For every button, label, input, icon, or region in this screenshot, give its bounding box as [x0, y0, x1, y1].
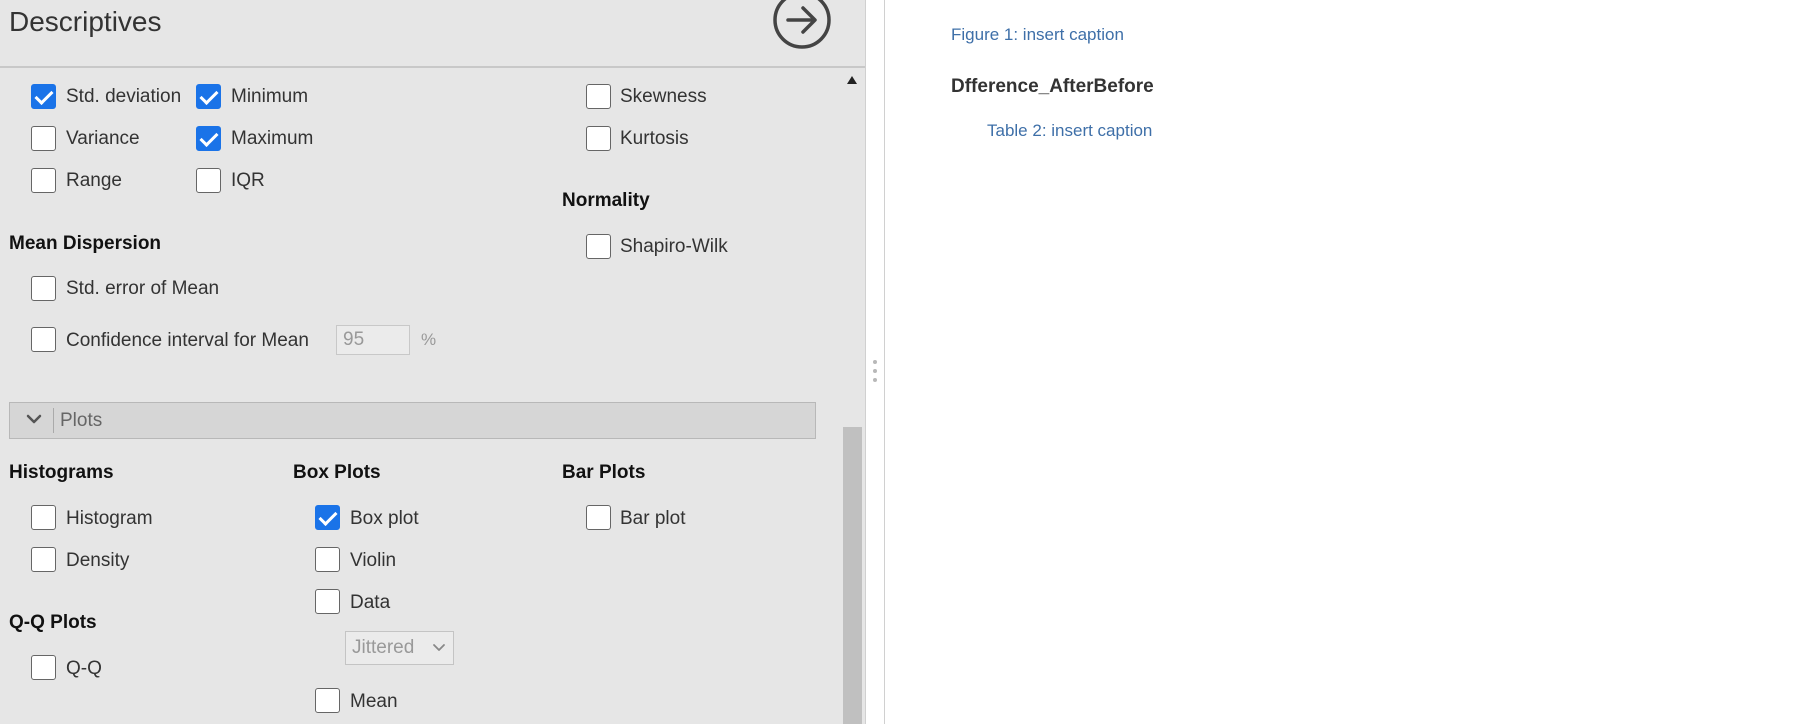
std-deviation-checkbox[interactable] [31, 84, 56, 109]
variance-checkbox[interactable] [31, 126, 56, 151]
bar-plot-label: Bar plot [620, 508, 686, 529]
figure-caption[interactable]: Figure 1: insert caption [951, 25, 1124, 45]
box-plots-heading: Box Plots [293, 462, 381, 483]
options-panel: Descriptives Std. deviation Minimum Skew… [0, 0, 865, 724]
chevron-down-icon [26, 414, 42, 424]
normality-heading: Normality [562, 190, 650, 211]
scroll-up-arrow-icon[interactable] [847, 76, 857, 84]
qq-label: Q-Q [66, 658, 102, 679]
std-error-mean-label: Std. error of Mean [66, 278, 220, 299]
mean-label: Mean [350, 691, 398, 712]
histogram-label: Histogram [66, 508, 153, 529]
box-plot-checkbox[interactable] [315, 505, 340, 530]
shapiro-wilk-checkbox[interactable] [586, 234, 611, 259]
table-caption[interactable]: Table 2: insert caption [987, 121, 1152, 141]
data-mode-value: Jittered [352, 637, 415, 658]
panel-splitter[interactable] [865, 0, 885, 724]
data-mode-select[interactable]: Jittered [345, 631, 454, 665]
qq-checkbox[interactable] [31, 655, 56, 680]
options-scrollbar[interactable] [840, 70, 864, 724]
bar-plot-checkbox[interactable] [586, 505, 611, 530]
minimum-checkbox[interactable] [196, 84, 221, 109]
skewness-checkbox[interactable] [586, 84, 611, 109]
panel-header: Descriptives [0, 0, 865, 68]
plots-divider [53, 408, 54, 433]
chevron-down-icon [433, 644, 445, 651]
density-label: Density [66, 550, 130, 571]
violin-checkbox[interactable] [315, 547, 340, 572]
ci-level-input[interactable] [336, 325, 410, 355]
results-panel: Figure 1: insert caption Dfference_After… [885, 0, 1810, 724]
ci-mean-label: Confidence interval for Mean [66, 330, 309, 351]
minimum-label: Minimum [231, 86, 309, 107]
std-deviation-label: Std. deviation [66, 86, 182, 107]
qq-plots-heading: Q-Q Plots [9, 612, 97, 633]
kurtosis-label: Kurtosis [620, 128, 689, 149]
page-title: Descriptives [9, 6, 162, 37]
histogram-checkbox[interactable] [31, 505, 56, 530]
variable-heading: Dfference_AfterBefore [951, 76, 1154, 97]
range-label: Range [66, 170, 122, 191]
histograms-heading: Histograms [9, 462, 114, 483]
iqr-label: IQR [231, 170, 265, 191]
arrow-right-circle-icon[interactable] [772, 0, 832, 50]
scrollbar-thumb[interactable] [843, 427, 862, 724]
range-checkbox[interactable] [31, 168, 56, 193]
density-checkbox[interactable] [31, 547, 56, 572]
variance-label: Variance [66, 128, 140, 149]
drag-handle-icon [873, 360, 877, 384]
mean-dispersion-heading: Mean Dispersion [9, 233, 162, 254]
std-error-mean-checkbox[interactable] [31, 276, 56, 301]
bar-plots-heading: Bar Plots [562, 462, 646, 483]
ci-percent-unit: % [421, 330, 437, 349]
maximum-checkbox[interactable] [196, 126, 221, 151]
plots-section-label: Plots [60, 410, 103, 431]
mean-checkbox[interactable] [315, 688, 340, 713]
iqr-checkbox[interactable] [196, 168, 221, 193]
data-label: Data [350, 592, 391, 613]
data-checkbox[interactable] [315, 589, 340, 614]
ci-mean-checkbox[interactable] [31, 327, 56, 352]
skewness-label: Skewness [620, 86, 707, 107]
maximum-label: Maximum [231, 128, 314, 149]
shapiro-wilk-label: Shapiro-Wilk [620, 236, 728, 257]
violin-label: Violin [350, 550, 397, 571]
box-plot-label: Box plot [350, 508, 419, 529]
kurtosis-checkbox[interactable] [586, 126, 611, 151]
plots-section-toggle[interactable]: Plots [9, 402, 816, 439]
